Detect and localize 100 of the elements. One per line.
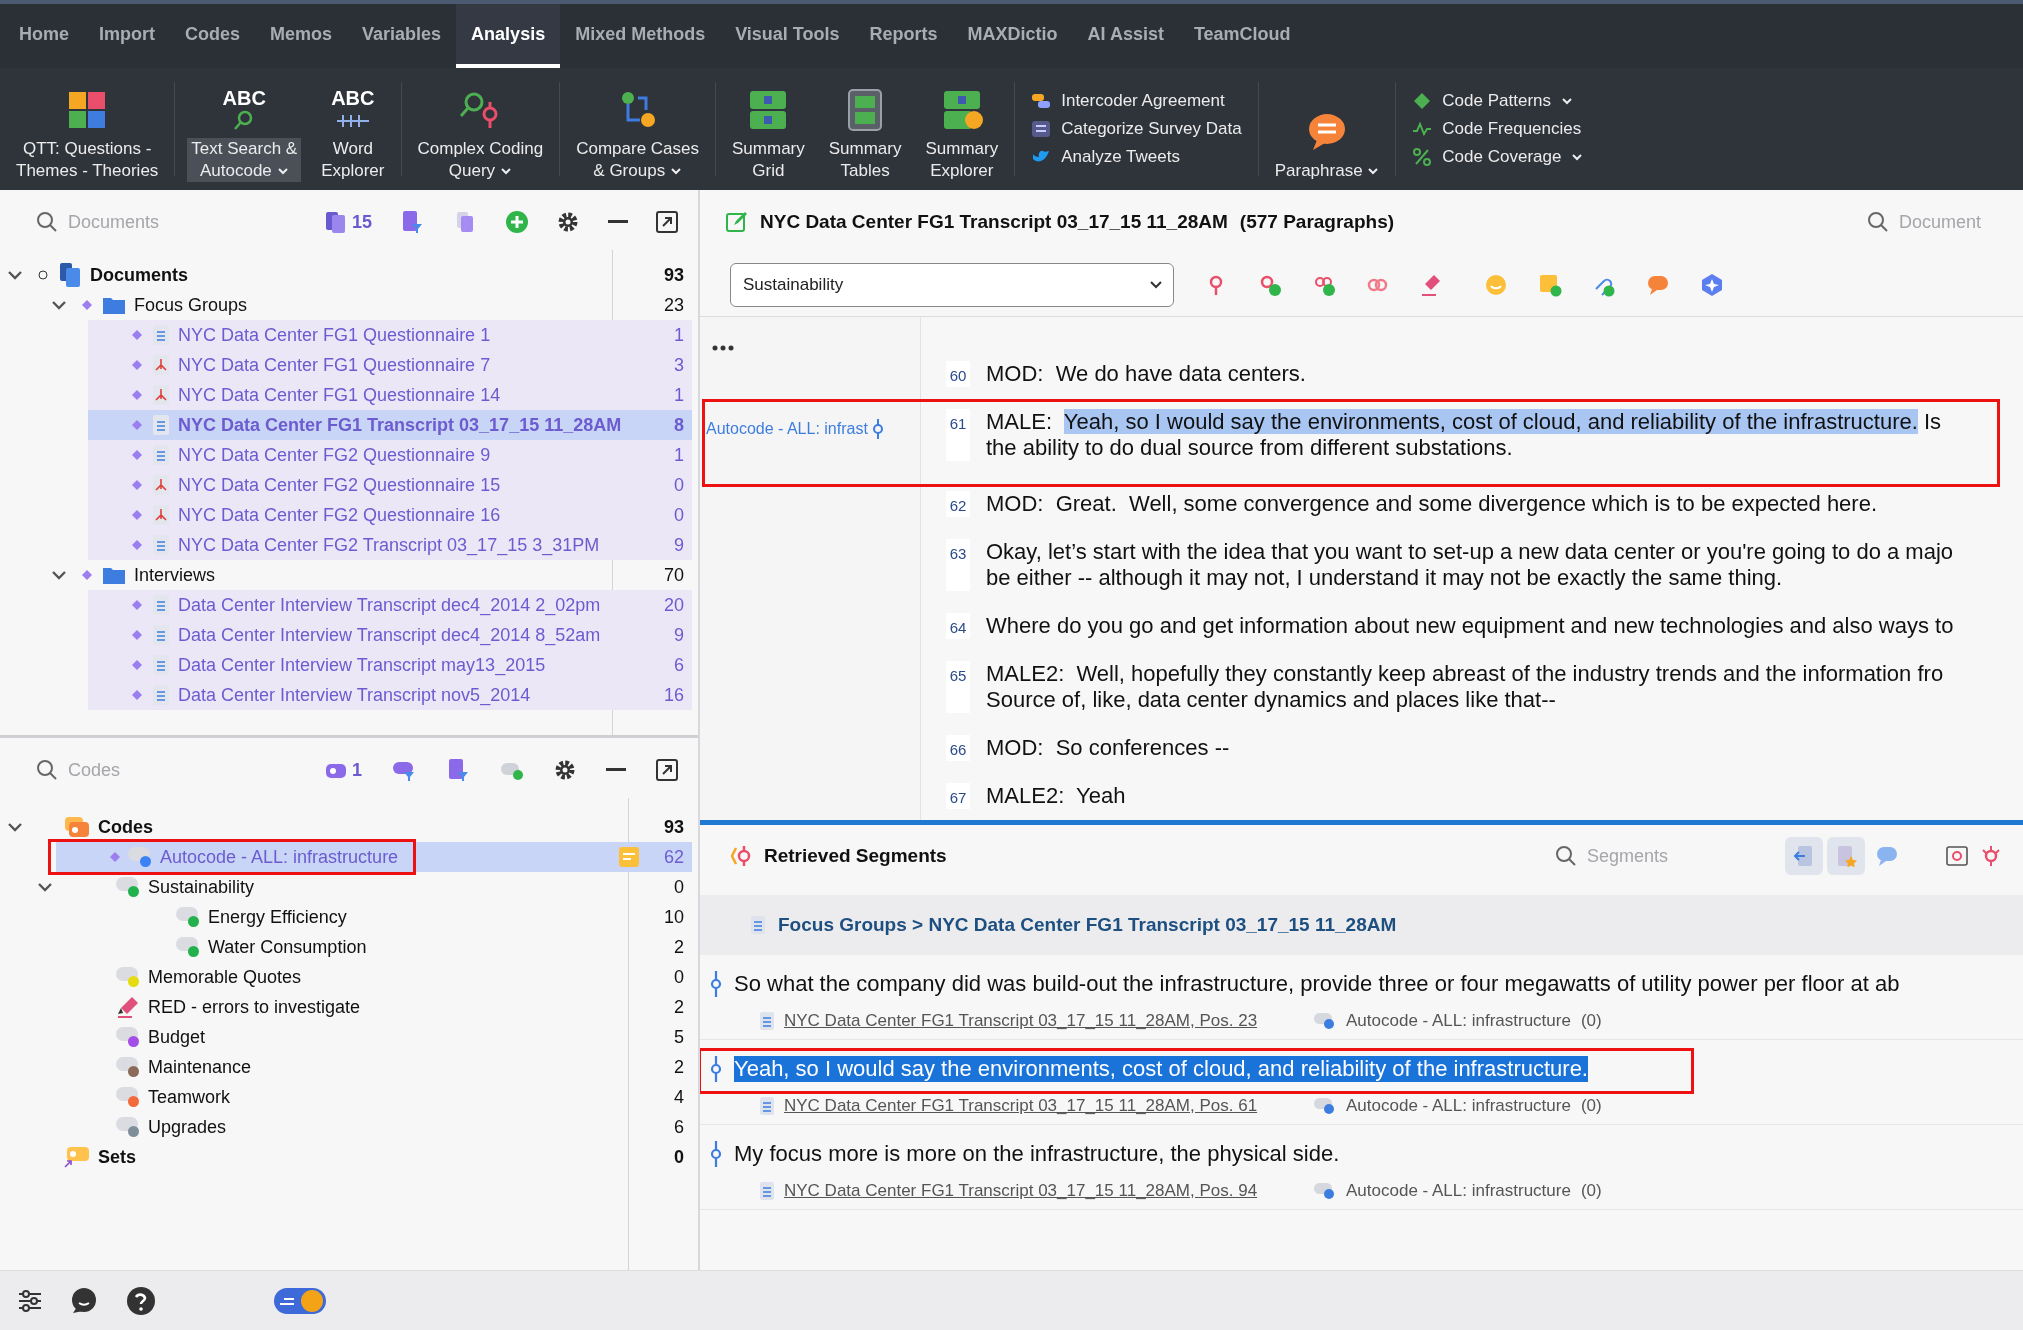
ribbon-button[interactable]: Compare Cases & Groups: [572, 138, 703, 182]
document-row[interactable]: Data Center Interview Transcript dec4_2014 8_52am 9: [88, 620, 692, 650]
document-row[interactable]: NYC Data Center FG2 Questionnaire 15 0: [88, 470, 692, 500]
ribbon-button[interactable]: Paraphrase: [1270, 160, 1384, 182]
undock-icon[interactable]: [656, 211, 678, 233]
chat-icon[interactable]: [70, 1286, 98, 1315]
theme-toggle-icon[interactable]: [274, 1287, 326, 1314]
diamond-bullet-icon: [132, 600, 142, 610]
ribbon-button[interactable]: Complex Coding Query: [413, 138, 548, 182]
settings-icon[interactable]: [557, 211, 580, 233]
search-icon[interactable]: [36, 211, 58, 233]
document-row[interactable]: Data Center Interview Transcript nov5_2014 16: [88, 680, 692, 710]
text-document-icon: [760, 1012, 774, 1030]
segment-source-link[interactable]: NYC Data Center FG1 Transcript 03_17_15 11_28AM, Pos. 61: [784, 1096, 1304, 1116]
sliders-icon[interactable]: [18, 1289, 42, 1312]
ai-assist-icon[interactable]: [1700, 273, 1724, 297]
coding-count: 2: [673, 996, 685, 1018]
document-row[interactable]: NYC Data Center FG2 Questionnaire 9 1: [88, 440, 692, 470]
code-row[interactable]: Sustainability 0: [0, 872, 692, 902]
diamond-bullet-icon: [132, 660, 142, 670]
folder-row[interactable]: Interviews 70: [0, 560, 692, 590]
code-row[interactable]: Budget 5: [0, 1022, 692, 1052]
ribbon-button[interactable]: Summary Grid: [728, 138, 809, 182]
ribbon-tab[interactable]: Mixed Methods: [560, 4, 721, 68]
code-row[interactable]: Codes 93: [0, 812, 692, 842]
code-row[interactable]: Water Consumption 2: [0, 932, 692, 962]
folder-row[interactable]: Documents 93: [0, 260, 692, 290]
search-icon[interactable]: [36, 759, 58, 781]
activated-documents-icon[interactable]: [324, 210, 348, 234]
ribbon-list-item[interactable]: Code Frequencies: [1412, 119, 1584, 139]
pdf-document-icon: [152, 504, 170, 526]
ribbon-tab[interactable]: TeamCloud: [1178, 4, 1306, 68]
ribbon-button[interactable]: QTT: Questions - Themes - Theories: [12, 138, 163, 182]
edit-icon[interactable]: [726, 211, 748, 233]
ribbon-button[interactable]: Summary Tables: [824, 138, 906, 182]
minimize-icon[interactable]: [605, 768, 626, 772]
ribbon-tab[interactable]: Memos: [255, 4, 348, 68]
ribbon-list-item[interactable]: Code Coverage: [1412, 147, 1584, 167]
code-row[interactable]: Upgrades 6: [0, 1112, 692, 1142]
ribbon-button[interactable]: Summary Explorer: [921, 138, 1003, 182]
ribbon-tab[interactable]: Visual Tools: [720, 4, 855, 68]
document-filter-icon[interactable]: [400, 210, 425, 234]
ribbon-button[interactable]: Text Search & Autocode: [187, 138, 302, 182]
code-row[interactable]: Teamwork 4: [0, 1082, 692, 1112]
segment-source-link[interactable]: NYC Data Center FG1 Transcript 03_17_15 11_28AM, Pos. 23: [784, 1011, 1304, 1031]
document-row[interactable]: NYC Data Center FG1 Questionnaire 14 1: [88, 380, 692, 410]
memo-add-icon[interactable]: [1538, 273, 1562, 297]
document-row[interactable]: NYC Data Center FG2 Questionnaire 16 0: [88, 500, 692, 530]
code-add-icon[interactable]: [1258, 273, 1282, 297]
ribbon-tab[interactable]: Codes: [170, 4, 256, 68]
ribbon-button[interactable]: Word Explorer: [317, 138, 389, 182]
ribbon-tab[interactable]: Analysis: [456, 4, 561, 68]
coding-count: 0: [673, 966, 685, 988]
code-row[interactable]: Energy Efficiency 10: [0, 902, 692, 932]
settings-icon[interactable]: [553, 759, 576, 781]
coding-count: 20: [662, 594, 685, 616]
diamond-bullet-icon: [132, 480, 142, 490]
more-icon[interactable]: [712, 345, 734, 351]
document-row[interactable]: Data Center Interview Transcript dec4_2014 2_02pm 20: [88, 590, 692, 620]
document-row[interactable]: NYC Data Center FG1 Questionnaire 1 1: [88, 320, 692, 350]
margin-code-label[interactable]: Autocode - ALL: infrast: [706, 419, 884, 439]
folder-row[interactable]: Focus Groups 23: [0, 290, 692, 320]
ribbon-list-item[interactable]: Code Patterns: [1412, 91, 1584, 111]
help-icon[interactable]: [126, 1285, 156, 1316]
undock-icon[interactable]: [655, 759, 678, 781]
pin-icon[interactable]: [1979, 844, 2003, 868]
add-icon[interactable]: [505, 210, 529, 234]
ribbon-tab[interactable]: MAXDictio: [952, 4, 1073, 68]
document-row[interactable]: NYC Data Center FG1 Transcript 03_17_15 11_28AM 8: [88, 410, 692, 440]
code-row[interactable]: Maintenance 2: [0, 1052, 692, 1082]
ribbon-list-item[interactable]: Analyze Tweets: [1031, 147, 1242, 167]
ribbon-tab[interactable]: Home: [4, 4, 84, 68]
ribbon-tab[interactable]: AI Assist: [1072, 4, 1179, 68]
ribbon-tab[interactable]: Reports: [854, 4, 953, 68]
document-name: NYC Data Center FG1 Questionnaire 1: [178, 324, 491, 346]
frame-icon[interactable]: [1945, 844, 1969, 868]
minimize-icon[interactable]: [607, 220, 628, 224]
document-row[interactable]: NYC Data Center FG1 Questionnaire 7 3: [88, 350, 692, 380]
ribbon-list-item[interactable]: Intercoder Agreement: [1031, 91, 1242, 111]
segment-weight: (0): [1580, 1181, 1602, 1201]
document-row[interactable]: Data Center Interview Transcript may13_2015 6: [88, 650, 692, 680]
code-row[interactable]: RED - errors to investigate 2: [0, 992, 692, 1022]
ribbon-list-item[interactable]: Categorize Survey Data: [1031, 119, 1242, 139]
segment-text[interactable]: So what the company did was build-out the infrastructure, provide three or four megawatts of utility power per floor at ab: [734, 971, 1900, 997]
document-filter-icon[interactable]: [446, 758, 470, 782]
export-button[interactable]: [1785, 837, 1823, 875]
comment-icon[interactable]: [1646, 273, 1670, 297]
document-row[interactable]: NYC Data Center FG2 Transcript 03_17_15 3_31PM 9: [88, 530, 692, 560]
segment-text[interactable]: My focus more is more on the infrastructure, the physical side.: [734, 1141, 1340, 1167]
segment-text[interactable]: Yeah, so I would say the environments, cost of cloud, and reliability of the infrastructure.: [734, 1056, 1588, 1082]
code-row[interactable]: Sets 0: [0, 1142, 692, 1172]
segment-source-link[interactable]: NYC Data Center FG1 Transcript 03_17_15 11_28AM, Pos. 94: [784, 1181, 1304, 1201]
search-icon[interactable]: [1867, 211, 1889, 233]
ribbon-tab[interactable]: Variables: [347, 4, 457, 68]
code-tag-icon: [1314, 1183, 1336, 1199]
ribbon-tab[interactable]: Import: [84, 4, 170, 68]
text-document-icon: [152, 414, 170, 436]
code-row[interactable]: Memorable Quotes 0: [0, 962, 692, 992]
search-icon[interactable]: [1555, 845, 1577, 867]
code-dropdown[interactable]: Sustainability: [730, 263, 1174, 307]
